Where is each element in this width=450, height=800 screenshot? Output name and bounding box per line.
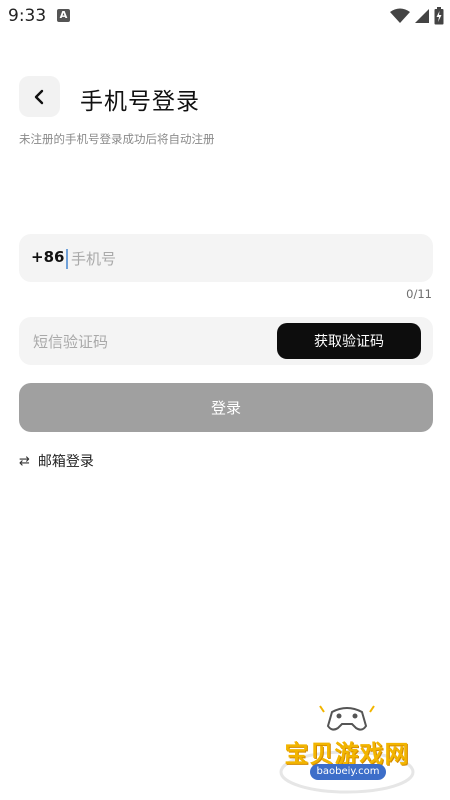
chevron-left-icon (34, 89, 43, 104)
phone-char-counter: 0/11 (406, 287, 432, 301)
email-login-link[interactable]: ⇄ 邮箱登录 (19, 451, 94, 471)
phone-field[interactable]: +86 (19, 234, 433, 282)
login-button[interactable]: 登录 (19, 383, 433, 432)
watermark-url: baobeiy.com (310, 764, 386, 780)
a-letter-icon: A (57, 9, 70, 22)
sms-code-input[interactable] (31, 327, 265, 357)
watermark-logo: 宝贝游戏网 baobeiy.com (272, 698, 422, 794)
text-cursor (66, 249, 68, 269)
wifi-icon (390, 8, 410, 23)
status-icons (390, 6, 444, 26)
status-bar: 9:33 A (0, 0, 450, 32)
swap-arrows-icon: ⇄ (19, 453, 30, 469)
country-code[interactable]: +86 (31, 248, 64, 266)
page-title: 手机号登录 (80, 89, 200, 115)
status-time: 9:33 (8, 6, 47, 26)
phone-input[interactable] (69, 244, 413, 274)
email-login-label: 邮箱登录 (37, 454, 94, 470)
get-code-button[interactable]: 获取验证码 (277, 323, 421, 359)
back-button[interactable] (19, 76, 60, 117)
page-subtitle: 未注册的手机号登录成功后将自动注册 (19, 132, 215, 146)
battery-icon (434, 7, 444, 25)
signal-icon (415, 9, 429, 23)
sms-code-field[interactable]: 获取验证码 (19, 317, 433, 365)
